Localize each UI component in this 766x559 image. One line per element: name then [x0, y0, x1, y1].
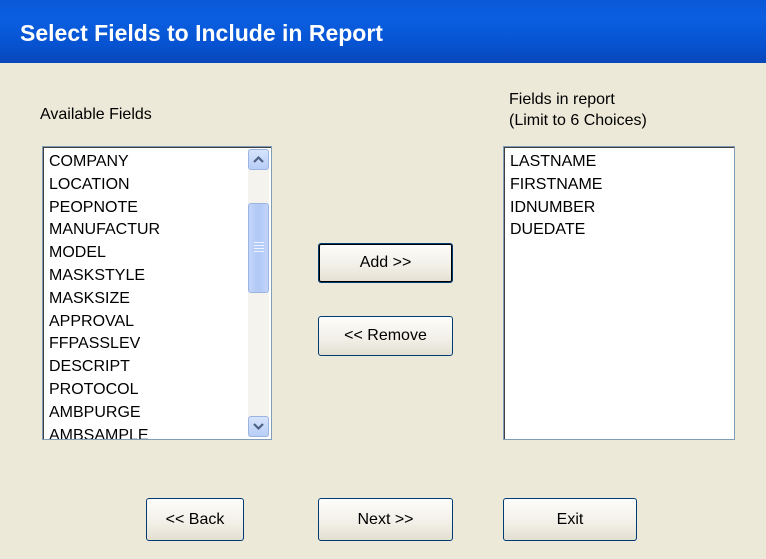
fields-in-report-items: LASTNAME FIRSTNAME IDNUMBER DUEDATE — [510, 151, 602, 242]
available-field-item[interactable]: MASKSIZE — [49, 288, 160, 311]
available-fields-label: Available Fields — [40, 106, 152, 123]
add-button[interactable]: Add >> — [318, 243, 453, 283]
available-field-item[interactable]: APPROVAL — [49, 311, 160, 334]
available-field-item[interactable]: PROTOCOL — [49, 379, 160, 402]
available-field-item[interactable]: AMBPURGE — [49, 402, 160, 425]
chevron-up-icon — [253, 155, 264, 163]
available-fields-scrollbar[interactable] — [248, 149, 269, 437]
report-field-item[interactable]: LASTNAME — [510, 151, 602, 174]
available-field-item[interactable]: DESCRIPT — [49, 356, 160, 379]
available-field-item[interactable]: MODEL — [49, 242, 160, 265]
back-button[interactable]: << Back — [146, 498, 244, 541]
exit-button[interactable]: Exit — [503, 498, 637, 541]
report-field-item[interactable]: DUEDATE — [510, 219, 602, 242]
scroll-down-button[interactable] — [248, 416, 269, 437]
fields-in-report-list[interactable]: LASTNAME FIRSTNAME IDNUMBER DUEDATE — [503, 146, 735, 440]
scroll-up-button[interactable] — [248, 149, 269, 170]
fields-in-report-label: Fields in report — [509, 91, 615, 108]
available-fields-list[interactable]: COMPANY LOCATION PEOPNOTE MANUFACTUR MODEL MA… — [42, 146, 272, 440]
report-field-item[interactable]: IDNUMBER — [510, 197, 602, 220]
dialog-title: Select Fields to Include in Report — [20, 20, 383, 46]
available-field-item[interactable]: AMBSAMPLE — [49, 425, 160, 439]
report-field-item[interactable]: FIRSTNAME — [510, 174, 602, 197]
remove-button[interactable]: << Remove — [318, 316, 453, 356]
available-field-item[interactable]: MASKSTYLE — [49, 265, 160, 288]
dialog-title-bar: Select Fields to Include in Report — [0, 0, 766, 63]
available-field-item[interactable]: MANUFACTUR — [49, 219, 160, 242]
chevron-down-icon — [253, 423, 264, 431]
next-button[interactable]: Next >> — [318, 498, 453, 541]
available-field-item[interactable]: LOCATION — [49, 174, 160, 197]
available-field-item[interactable]: COMPANY — [49, 151, 160, 174]
scroll-thumb[interactable] — [248, 203, 269, 293]
available-fields-items: COMPANY LOCATION PEOPNOTE MANUFACTUR MODEL MA… — [49, 151, 160, 439]
available-field-item[interactable]: PEOPNOTE — [49, 197, 160, 220]
fields-limit-label: (Limit to 6 Choices) — [509, 112, 647, 129]
available-field-item[interactable]: FFPASSLEV — [49, 333, 160, 356]
